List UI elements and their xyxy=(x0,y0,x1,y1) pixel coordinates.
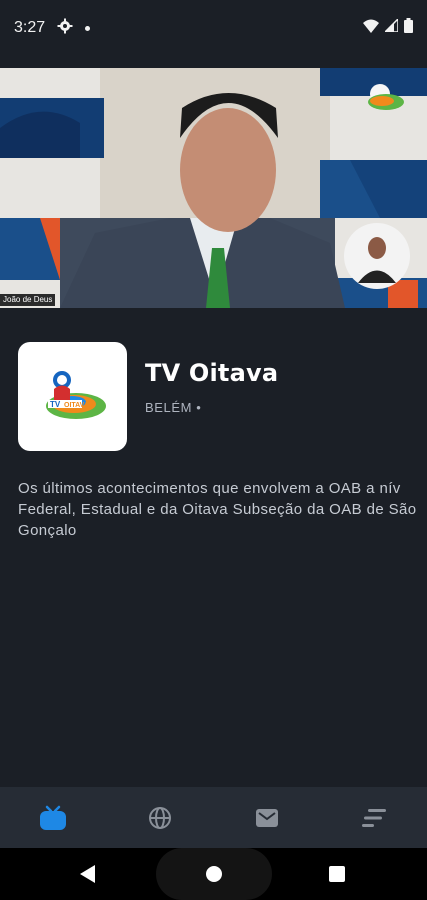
channel-title: TV Oitava xyxy=(145,359,279,387)
speaker-name-label: João de Deus xyxy=(0,294,56,306)
recents-icon xyxy=(329,866,345,882)
home-icon xyxy=(206,866,222,882)
svg-text:OITAVA: OITAVA xyxy=(64,402,89,409)
bottom-navigation xyxy=(0,787,427,848)
tv-icon xyxy=(40,805,67,830)
channel-logo: TV OITAVA xyxy=(18,342,127,451)
channel-description: Os últimos acontecimentos que envolvem a… xyxy=(18,480,417,539)
status-bar: 3:27 xyxy=(0,0,427,56)
menu-icon xyxy=(361,808,386,827)
status-time: 3:27 xyxy=(14,19,46,36)
svg-text:TV: TV xyxy=(50,400,61,409)
wifi-icon xyxy=(363,19,379,38)
signal-icon xyxy=(383,17,399,37)
nav-item-tv[interactable] xyxy=(23,787,83,848)
back-button[interactable] xyxy=(80,865,96,883)
video-frame xyxy=(0,68,427,308)
nav-item-globe[interactable] xyxy=(130,787,190,848)
mail-icon xyxy=(255,808,278,827)
nav-item-menu[interactable] xyxy=(344,787,404,848)
video-player[interactable]: João de Deus xyxy=(0,68,427,308)
battery-icon xyxy=(404,18,413,38)
notification-dot-icon xyxy=(85,25,91,31)
system-navigation-bar xyxy=(0,848,427,900)
nav-item-messages[interactable] xyxy=(237,787,297,848)
settings-icon xyxy=(57,18,73,39)
tv-oitava-logo-icon: TV OITAVA xyxy=(45,370,106,419)
recents-button[interactable] xyxy=(329,866,345,882)
back-icon xyxy=(80,865,95,883)
globe-icon xyxy=(149,806,172,829)
channel-location: BELÉM • xyxy=(145,400,202,415)
home-button[interactable] xyxy=(156,848,272,900)
